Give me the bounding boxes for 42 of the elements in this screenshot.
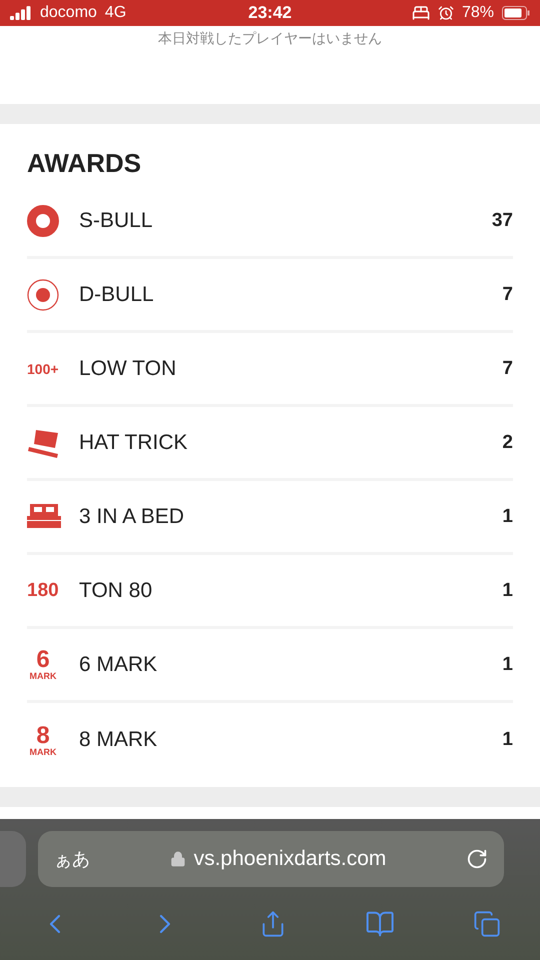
award-name: HAT TRICK — [79, 430, 189, 454]
award-name: LOW TON — [79, 356, 178, 380]
bed-icon — [27, 504, 61, 530]
mark-number-label: 8 — [36, 724, 50, 748]
mark-caption: MARK — [30, 748, 56, 756]
network-type: 4G — [104, 4, 126, 22]
text-size-button[interactable]: ぁあ — [54, 847, 90, 871]
award-count: 37 — [492, 210, 513, 232]
award-name: TON 80 — [79, 578, 154, 602]
award-score-label: 100+ — [27, 362, 59, 376]
signal-icon — [10, 6, 32, 20]
award-count: 1 — [502, 506, 513, 528]
mark-caption: MARK — [30, 672, 56, 681]
battery-percent: 78% — [462, 4, 494, 22]
tab-edge[interactable] — [0, 831, 26, 887]
bed-icon — [412, 4, 430, 22]
bullseye-icon — [27, 278, 59, 310]
award-name: 6 MARK — [79, 652, 158, 676]
award-name: 8 MARK — [79, 728, 158, 752]
award-count: 7 — [502, 358, 513, 380]
alarm-icon — [438, 5, 454, 21]
carrier-name: docomo — [40, 4, 97, 22]
notice-text: 本日対戦したプレイヤーはいません — [158, 30, 382, 48]
mark-number-label: 6 — [36, 648, 50, 672]
bullseye-icon — [27, 204, 59, 236]
award-count: 7 — [502, 284, 513, 306]
clock: 23:42 — [248, 3, 292, 23]
award-count: 1 — [502, 729, 513, 751]
lock-icon — [170, 851, 186, 867]
section-title: AWARDS — [27, 148, 142, 179]
award-name: D-BULL — [79, 282, 155, 306]
award-count: 1 — [502, 654, 513, 676]
url-text: vs.phoenixdarts.com — [194, 847, 386, 871]
award-name: 3 IN A BED — [79, 504, 186, 528]
reload-icon[interactable] — [466, 848, 488, 870]
award-name: S-BULL — [79, 208, 154, 232]
award-count: 1 — [502, 580, 513, 602]
award-count: 2 — [502, 432, 513, 454]
tabs-icon — [473, 910, 501, 938]
battery-icon — [502, 6, 530, 20]
award-score-label: 180 — [27, 581, 59, 600]
address-bar[interactable]: ぁあ vs.phoenixdarts.com — [38, 831, 504, 887]
